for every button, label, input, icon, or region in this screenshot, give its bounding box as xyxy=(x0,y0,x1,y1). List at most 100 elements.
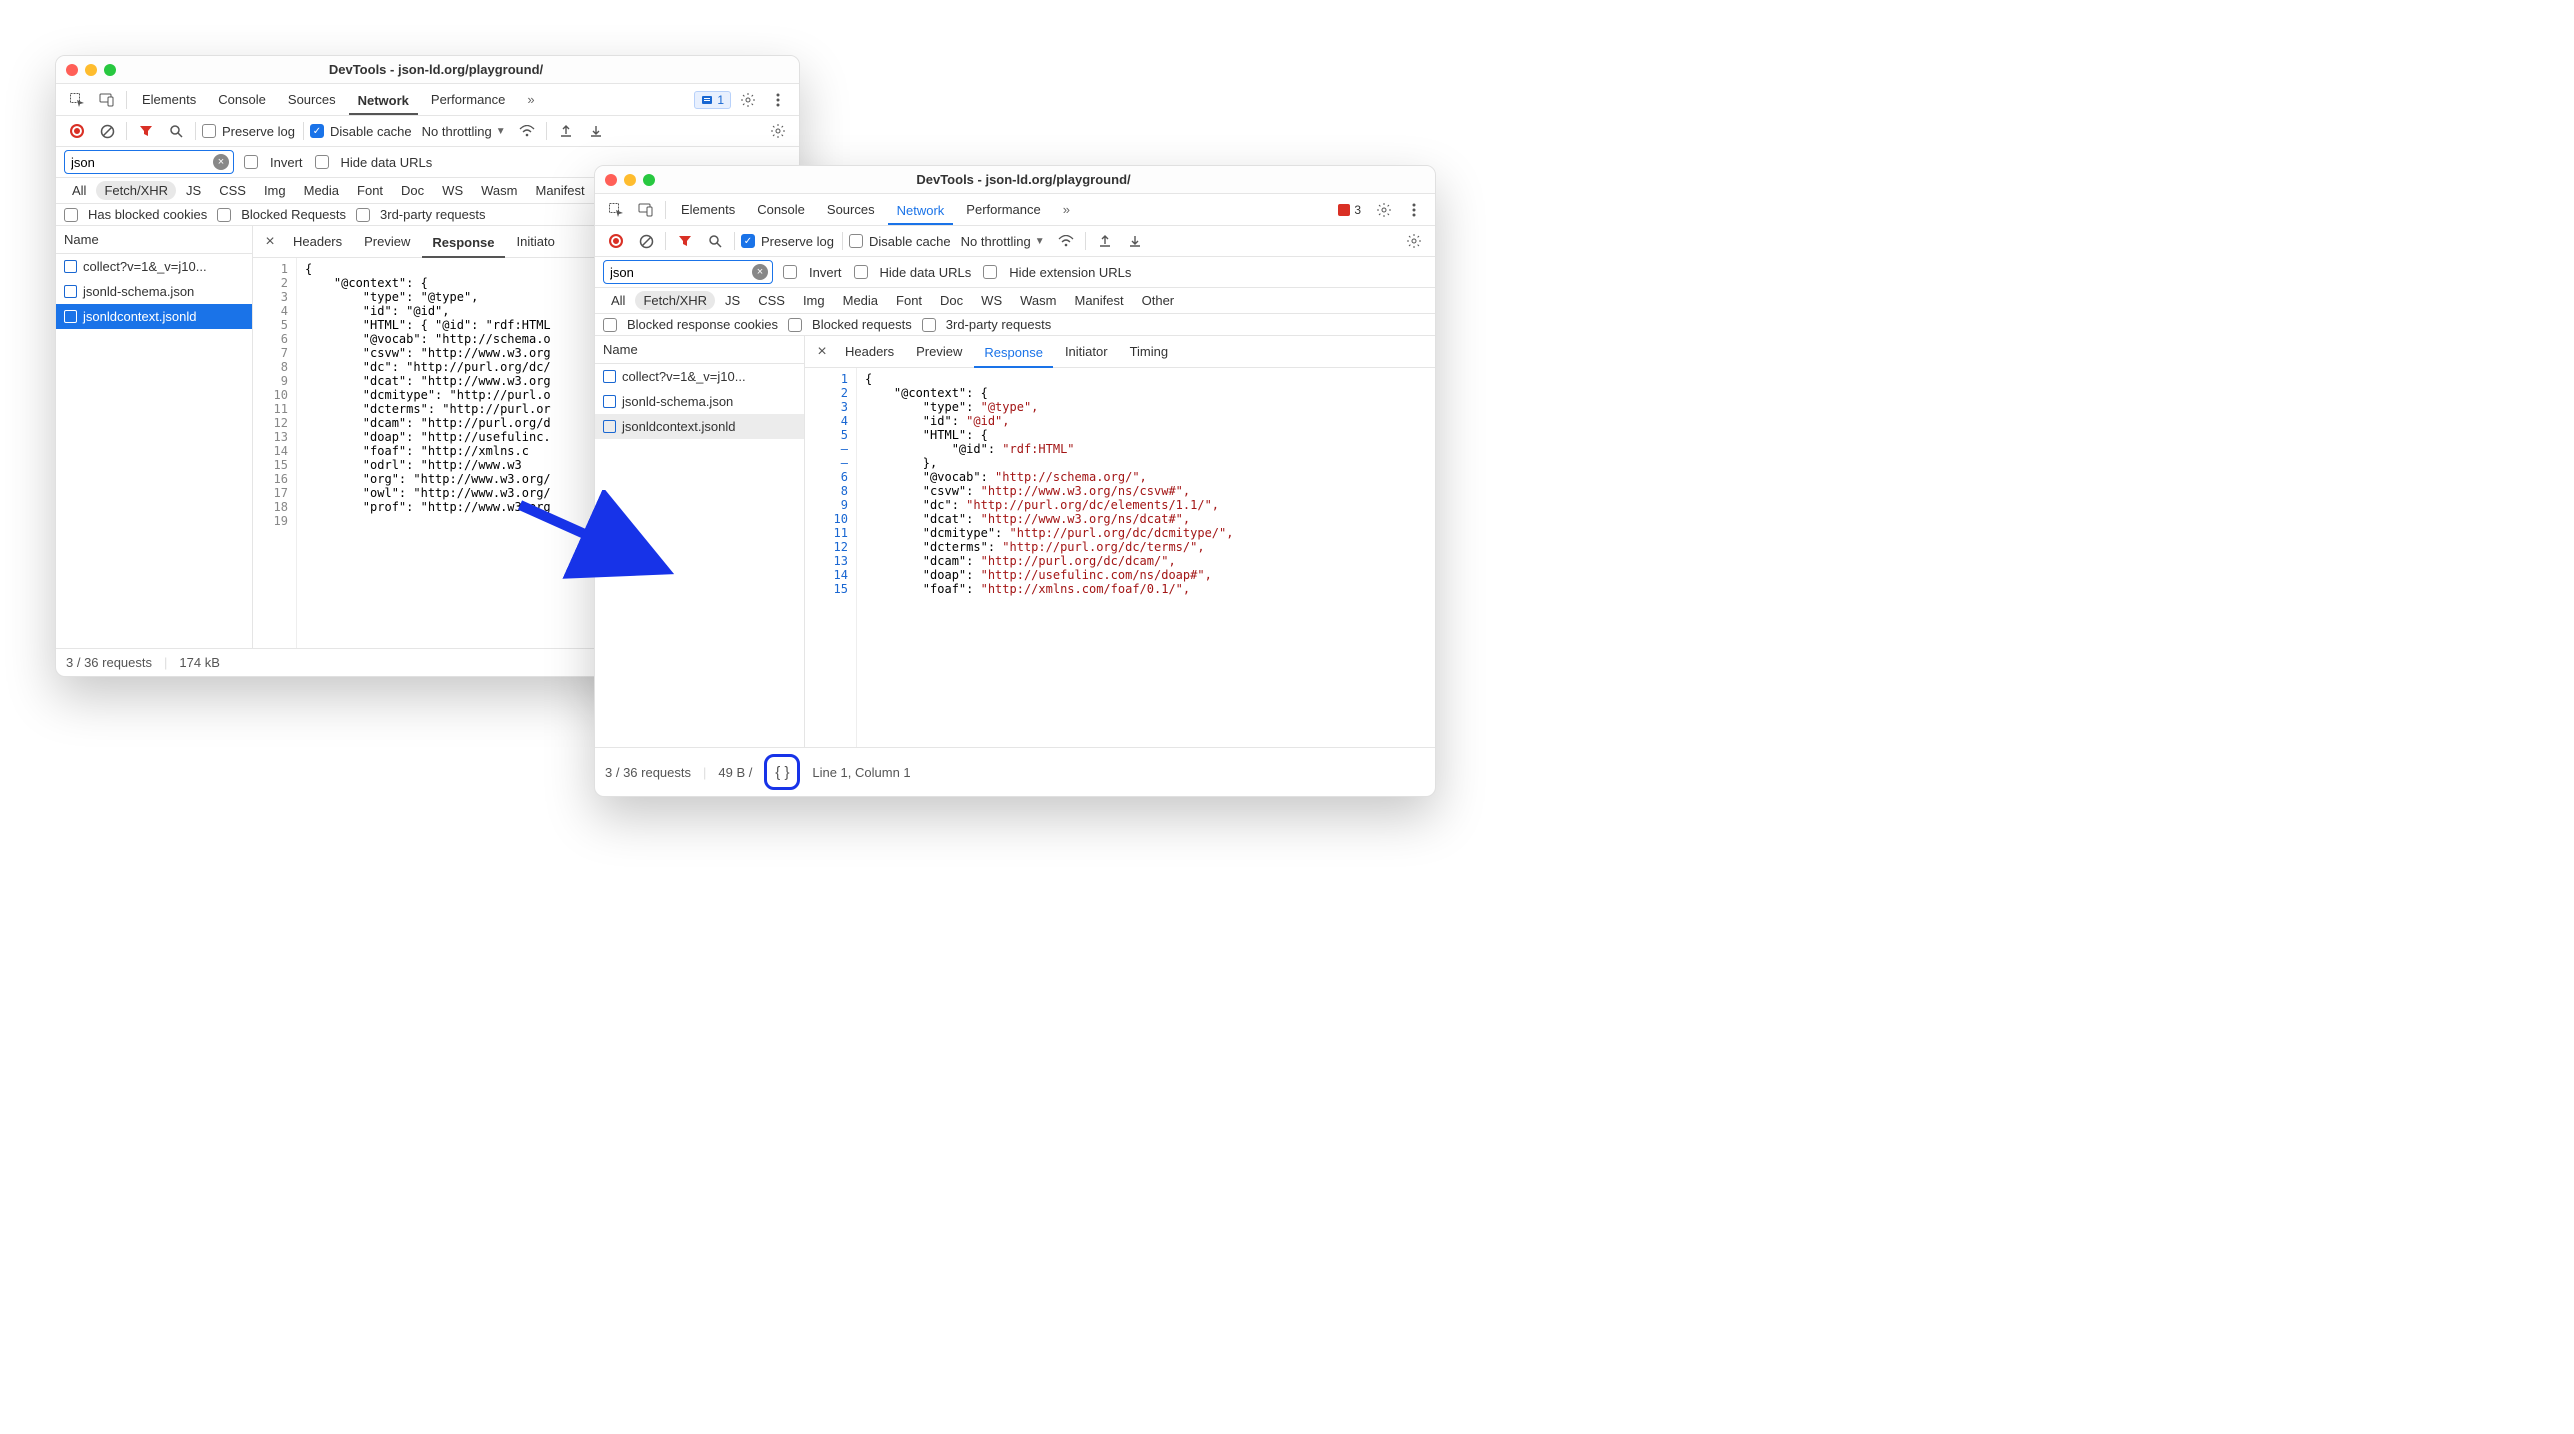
invert-checkbox[interactable] xyxy=(244,155,258,169)
request-row-selected[interactable]: jsonldcontext.jsonld xyxy=(56,304,252,329)
request-row[interactable]: jsonldcontext.jsonld xyxy=(595,414,804,439)
type-fetch[interactable]: Fetch/XHR xyxy=(635,291,715,310)
type-ws[interactable]: WS xyxy=(973,291,1010,310)
tab-console[interactable]: Console xyxy=(748,197,814,222)
tab-sources[interactable]: Sources xyxy=(279,87,345,112)
tab-elements[interactable]: Elements xyxy=(133,87,205,112)
request-row[interactable]: jsonld-schema.json xyxy=(595,389,804,414)
clear-icon[interactable] xyxy=(94,119,120,143)
filter-input[interactable] xyxy=(69,154,209,171)
disable-cache-checkbox[interactable] xyxy=(849,234,863,248)
type-wasm[interactable]: Wasm xyxy=(1012,291,1064,310)
search-icon[interactable] xyxy=(163,119,189,143)
type-media[interactable]: Media xyxy=(835,291,886,310)
name-column-header[interactable]: Name xyxy=(56,226,252,254)
download-icon[interactable] xyxy=(583,119,609,143)
type-manifest[interactable]: Manifest xyxy=(527,181,592,200)
type-ws[interactable]: WS xyxy=(434,181,471,200)
wifi-icon[interactable] xyxy=(1053,229,1079,253)
window-zoom-icon[interactable] xyxy=(104,64,116,76)
detail-tab-response[interactable]: Response xyxy=(422,229,504,258)
hide-ext-checkbox[interactable] xyxy=(983,265,997,279)
filter-icon[interactable] xyxy=(133,119,159,143)
hide-data-checkbox[interactable] xyxy=(315,155,329,169)
third-party-checkbox[interactable] xyxy=(922,318,936,332)
window-close-icon[interactable] xyxy=(605,174,617,186)
third-party-checkbox[interactable] xyxy=(356,208,370,222)
network-settings-icon[interactable] xyxy=(765,119,791,143)
more-tabs[interactable]: » xyxy=(1054,197,1079,222)
detail-tab-headers[interactable]: Headers xyxy=(835,338,904,365)
hide-data-checkbox[interactable] xyxy=(854,265,868,279)
clear-icon[interactable] xyxy=(633,229,659,253)
window-minimize-icon[interactable] xyxy=(624,174,636,186)
type-manifest[interactable]: Manifest xyxy=(1066,291,1131,310)
preserve-log-checkbox[interactable] xyxy=(202,124,216,138)
settings-icon[interactable] xyxy=(1371,198,1397,222)
pretty-print-button[interactable]: { } xyxy=(764,754,800,790)
issues-badge[interactable]: 1 xyxy=(694,91,731,109)
upload-icon[interactable] xyxy=(1092,229,1118,253)
kebab-menu-icon[interactable] xyxy=(1401,198,1427,222)
disable-cache-checkbox[interactable]: ✓ xyxy=(310,124,324,138)
name-column-header[interactable]: Name xyxy=(595,336,804,364)
detail-tab-preview[interactable]: Preview xyxy=(354,228,420,255)
errors-badge[interactable]: 3 xyxy=(1332,202,1367,218)
type-other[interactable]: Other xyxy=(1134,291,1183,310)
type-fetch[interactable]: Fetch/XHR xyxy=(96,181,176,200)
blocked-requests-checkbox[interactable] xyxy=(788,318,802,332)
search-icon[interactable] xyxy=(702,229,728,253)
tab-network[interactable]: Network xyxy=(349,88,418,115)
type-all[interactable]: All xyxy=(603,291,633,310)
more-tabs[interactable]: » xyxy=(518,87,543,112)
tab-console[interactable]: Console xyxy=(209,87,275,112)
type-wasm[interactable]: Wasm xyxy=(473,181,525,200)
window-minimize-icon[interactable] xyxy=(85,64,97,76)
type-media[interactable]: Media xyxy=(296,181,347,200)
clear-filter-icon[interactable]: × xyxy=(752,264,768,280)
kebab-menu-icon[interactable] xyxy=(765,88,791,112)
record-icon[interactable] xyxy=(64,119,90,143)
type-js[interactable]: JS xyxy=(717,291,748,310)
inspect-icon[interactable] xyxy=(64,88,90,112)
throttling-select[interactable]: No throttling ▼ xyxy=(957,232,1049,251)
window-zoom-icon[interactable] xyxy=(643,174,655,186)
settings-icon[interactable] xyxy=(735,88,761,112)
type-all[interactable]: All xyxy=(64,181,94,200)
tab-performance[interactable]: Performance xyxy=(957,197,1049,222)
network-settings-icon[interactable] xyxy=(1401,229,1427,253)
type-img[interactable]: Img xyxy=(795,291,833,310)
detail-tab-headers[interactable]: Headers xyxy=(283,228,352,255)
tab-performance[interactable]: Performance xyxy=(422,87,514,112)
request-row[interactable]: collect?v=1&_v=j10... xyxy=(595,364,804,389)
type-js[interactable]: JS xyxy=(178,181,209,200)
type-img[interactable]: Img xyxy=(256,181,294,200)
window-close-icon[interactable] xyxy=(66,64,78,76)
inspect-icon[interactable] xyxy=(603,198,629,222)
tab-network[interactable]: Network xyxy=(888,198,954,225)
tab-sources[interactable]: Sources xyxy=(818,197,884,222)
device-toggle-icon[interactable] xyxy=(633,198,659,222)
filter-input[interactable] xyxy=(608,264,748,281)
type-doc[interactable]: Doc xyxy=(393,181,432,200)
type-css[interactable]: CSS xyxy=(211,181,254,200)
type-font[interactable]: Font xyxy=(888,291,930,310)
detail-tab-timing[interactable]: Timing xyxy=(1120,338,1179,365)
close-detail-icon[interactable]: × xyxy=(259,233,281,251)
device-toggle-icon[interactable] xyxy=(94,88,120,112)
blocked-cookies-checkbox[interactable] xyxy=(64,208,78,222)
upload-icon[interactable] xyxy=(553,119,579,143)
type-doc[interactable]: Doc xyxy=(932,291,971,310)
filter-icon[interactable] xyxy=(672,229,698,253)
request-row[interactable]: jsonld-schema.json xyxy=(56,279,252,304)
response-body[interactable]: { "@context": { "type": "@type", "id": "… xyxy=(857,368,1435,747)
clear-filter-icon[interactable]: × xyxy=(213,154,229,170)
record-icon[interactable] xyxy=(603,229,629,253)
blocked-requests-checkbox[interactable] xyxy=(217,208,231,222)
tab-elements[interactable]: Elements xyxy=(672,197,744,222)
close-detail-icon[interactable]: × xyxy=(811,343,833,361)
invert-checkbox[interactable] xyxy=(783,265,797,279)
type-css[interactable]: CSS xyxy=(750,291,793,310)
throttling-select[interactable]: No throttling ▼ xyxy=(418,122,510,141)
detail-tab-preview[interactable]: Preview xyxy=(906,338,972,365)
